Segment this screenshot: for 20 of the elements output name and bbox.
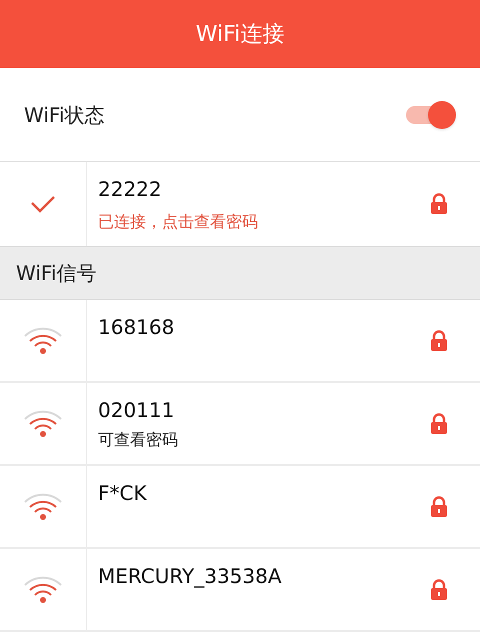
page-title: WiFi连接 bbox=[196, 20, 284, 48]
network-row[interactable]: 020111 可查看密码 bbox=[0, 383, 480, 466]
network-row[interactable]: 168168 bbox=[0, 300, 480, 383]
network-note: 可查看密码 bbox=[98, 429, 179, 451]
wifi-toggle[interactable] bbox=[404, 100, 456, 128]
network-row[interactable]: MERCURY_33538A bbox=[0, 549, 480, 632]
section-title: WiFi信号 bbox=[16, 260, 96, 287]
wifi-icon bbox=[23, 408, 63, 438]
wifi-status-label: WiFi状态 bbox=[24, 102, 104, 128]
network-name: MERCURY_33538A bbox=[98, 563, 283, 590]
wifi-icon bbox=[23, 492, 63, 522]
network-name: 22222 bbox=[98, 176, 163, 203]
connection-status[interactable]: 已连接，点击查看密码 bbox=[98, 210, 430, 234]
network-row[interactable]: F*CK bbox=[0, 466, 480, 549]
wifi-icon bbox=[23, 326, 63, 356]
check-icon bbox=[30, 195, 56, 213]
network-name: 020111 bbox=[98, 397, 176, 424]
network-name: F*CK bbox=[98, 480, 148, 507]
network-name: 168168 bbox=[98, 314, 176, 341]
wifi-icon bbox=[23, 574, 63, 604]
